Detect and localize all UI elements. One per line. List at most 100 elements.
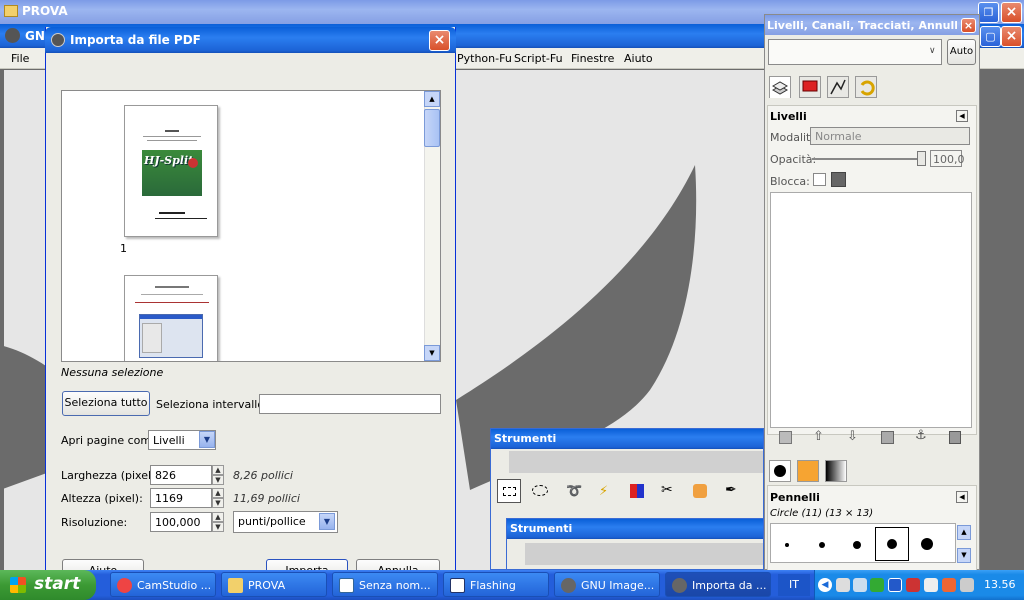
start-button[interactable]: start [0, 570, 96, 600]
new-layer-icon[interactable] [779, 431, 792, 444]
height-input[interactable]: 1169 [150, 488, 212, 508]
scroll-thumb[interactable] [424, 109, 440, 147]
lock-pixels-icon[interactable] [831, 172, 846, 187]
opacity-slider-handle[interactable] [917, 151, 926, 166]
layers-close-button[interactable]: × [961, 18, 976, 33]
opacity-input[interactable]: 100,0 [930, 150, 965, 167]
brushes-menu-button[interactable]: ◀ [956, 491, 968, 503]
brush-grid[interactable] [770, 523, 956, 563]
layers-list[interactable] [770, 192, 972, 428]
resolution-input[interactable]: 100,000 [150, 512, 212, 532]
brush-dot-4[interactable] [887, 539, 897, 549]
tray-monitor-icon[interactable] [853, 578, 867, 592]
scissors-icon[interactable]: ✂ [661, 482, 673, 498]
lower-layer-icon[interactable]: ⇩ [847, 429, 858, 444]
menu-file[interactable]: File [11, 52, 29, 65]
delete-layer-icon[interactable] [949, 431, 961, 444]
tab-undo[interactable] [855, 76, 877, 98]
auto-button[interactable]: Auto [947, 39, 976, 65]
brush-scroll-up[interactable]: ▲ [957, 525, 971, 540]
panel-menu-button[interactable]: ◀ [956, 110, 968, 122]
gimp-maximize-button[interactable]: ▢ [980, 26, 1001, 47]
width-inches: 8,26 pollici [233, 469, 293, 482]
task-camstudio[interactable]: CamStudio ... [110, 572, 216, 597]
tray-wifi-icon[interactable] [924, 578, 938, 592]
duplicate-layer-icon[interactable] [881, 431, 894, 444]
resolution-spin-down[interactable]: ▼ [212, 522, 224, 532]
layers-titlebar[interactable]: Livelli, Canali, Tracciati, Annulla - ..… [765, 15, 979, 35]
width-spin-down[interactable]: ▼ [212, 475, 224, 485]
raise-layer-icon[interactable]: ⇧ [813, 429, 824, 444]
mode-select[interactable]: Normale [810, 127, 970, 145]
height-spin-up[interactable]: ▲ [212, 488, 224, 498]
dialog-titlebar[interactable]: Importa da file PDF [45, 27, 456, 53]
height-label: Altezza (pixel): [61, 492, 143, 505]
toolbox-title: Strumenti [494, 432, 557, 445]
scroll-down-button[interactable]: ▼ [424, 345, 440, 361]
tab-gradients[interactable] [825, 460, 847, 482]
select-range-input[interactable] [259, 394, 441, 414]
task-gimp[interactable]: GNU Image... [554, 572, 660, 597]
foreground-select-icon[interactable] [693, 484, 707, 498]
menu-python-fu[interactable]: Python-Fu [457, 52, 512, 65]
resolution-spin-up[interactable]: ▲ [212, 512, 224, 522]
tab-layers[interactable] [769, 76, 791, 98]
height-spin-down[interactable]: ▼ [212, 498, 224, 508]
tab-patterns[interactable] [797, 460, 819, 482]
color-select-icon[interactable] [630, 484, 644, 498]
lock-alpha-checkbox[interactable] [813, 173, 826, 186]
task-prova[interactable]: PROVA [221, 572, 327, 597]
page-thumbnail-1[interactable]: HJ-Split [124, 105, 218, 237]
tray-shield-icon[interactable] [870, 578, 884, 592]
language-label: IT [789, 578, 799, 591]
language-indicator[interactable]: IT [778, 574, 810, 596]
brush-dot-5[interactable] [921, 538, 933, 550]
brush-dot-3[interactable] [853, 541, 861, 549]
tab-paths[interactable] [827, 76, 849, 98]
ellipse-select-icon[interactable] [532, 485, 548, 496]
prova-close-button[interactable]: × [1001, 2, 1022, 23]
fuzzy-select-icon[interactable]: ⚡ [599, 484, 608, 499]
tray-antivirus-icon[interactable] [906, 578, 920, 592]
image-selector[interactable] [768, 39, 942, 65]
page-number-1: 1 [120, 242, 127, 255]
gimp-close-button[interactable]: × [1001, 26, 1022, 47]
tray-volume-icon[interactable] [960, 578, 974, 592]
menu-script-fu[interactable]: Script-Fu [514, 52, 563, 65]
toolbox-titlebar[interactable]: Strumenti [491, 429, 763, 449]
scroll-up-button[interactable]: ▲ [424, 91, 440, 107]
brush-name: Circle (11) (13 × 13) [770, 508, 874, 519]
dialog-close-button[interactable]: × [429, 30, 450, 51]
toolbox-header-art [509, 451, 763, 473]
menu-finestre[interactable]: Finestre [571, 52, 614, 65]
restore-button[interactable]: ❐ [978, 2, 999, 23]
task-flashing[interactable]: Flashing [443, 572, 549, 597]
tab-channels[interactable] [799, 76, 821, 98]
tray-app-icon[interactable] [942, 578, 956, 592]
width-input[interactable]: 826 [150, 465, 212, 485]
brush-dot-1[interactable] [785, 543, 789, 547]
width-spin-up[interactable]: ▲ [212, 465, 224, 475]
brush-dot-2[interactable] [819, 542, 825, 548]
task-importa[interactable]: Importa da ... [665, 572, 771, 597]
tray-bluetooth-icon[interactable] [888, 578, 902, 592]
opacity-slider-track[interactable] [812, 158, 922, 160]
tray-network-icon[interactable] [836, 578, 850, 592]
rect-select-tool[interactable] [497, 479, 521, 503]
task-gimp-label: GNU Image... [581, 579, 655, 592]
anchor-layer-icon[interactable]: ⚓ [915, 428, 927, 443]
page-thumbnail-list[interactable]: HJ-Split 1 [61, 90, 441, 362]
task-senza-nome[interactable]: Senza nom... [332, 572, 438, 597]
select-all-button[interactable]: Seleziona tutto [62, 391, 150, 416]
menu-aiuto[interactable]: Aiuto [624, 52, 653, 65]
page-thumbnail-2[interactable] [124, 275, 218, 361]
lasso-icon[interactable]: ➰ [566, 484, 582, 499]
open-pages-dropdown[interactable]: ▼ [199, 431, 215, 448]
paths-tool-icon[interactable]: ✒ [725, 482, 737, 498]
brush-scroll-down[interactable]: ▼ [957, 548, 971, 563]
tray-expand-icon[interactable]: ◀ [818, 578, 832, 592]
tab-brushes[interactable] [769, 460, 791, 482]
resolution-unit-dropdown[interactable]: ▼ [319, 513, 335, 530]
clock[interactable]: 13.56 [984, 578, 1016, 591]
toolbox2-titlebar[interactable]: Strumenti [507, 519, 763, 539]
